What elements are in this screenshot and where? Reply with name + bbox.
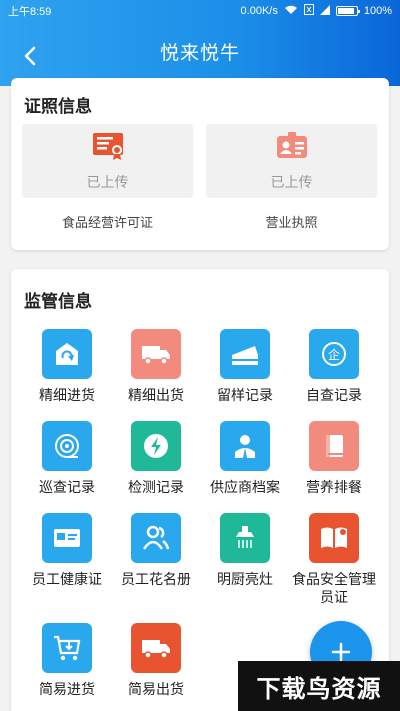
grid-item-label: 明厨亮灶: [217, 571, 273, 587]
enterprise-icon: 企: [309, 329, 359, 379]
grid-item-label: 留样记录: [217, 387, 273, 403]
grid-item-safety-admin-cert[interactable]: 食品安全管理员证: [289, 513, 379, 606]
watermark: 下载鸟资源: [238, 661, 400, 711]
certificate-icon: [91, 131, 125, 166]
signal-icon: [319, 4, 330, 18]
status-bar: 上午8:59 0.00K/s 100%: [0, 0, 400, 22]
people-icon: [131, 513, 181, 563]
network-speed: 0.00K/s: [240, 5, 278, 17]
grid-item-label: 员工健康证: [32, 571, 102, 587]
battery-icon: [335, 6, 360, 16]
chevron-left-icon: [24, 46, 36, 66]
status-right: 0.00K/s 100%: [241, 4, 392, 18]
grid-item-label: 巡查记录: [39, 479, 95, 495]
grid-item-label: 检测记录: [128, 479, 184, 495]
grid-item-label: 员工花名册: [121, 571, 191, 587]
supervise-section-title: 监管信息: [24, 292, 92, 311]
id-card-icon: [275, 131, 309, 166]
supplier-person-icon: [220, 421, 270, 471]
grid-item-staff-roster[interactable]: 员工花名册: [111, 513, 201, 588]
open-book-icon: [309, 513, 359, 563]
truck-icon: [131, 329, 181, 379]
grid-item-label: 简易进货: [39, 681, 95, 697]
grid-item-test-record[interactable]: 检测记录: [111, 421, 201, 496]
business-license-tile[interactable]: 已上传: [206, 124, 377, 198]
grid-item-label: 供应商档案: [210, 479, 280, 495]
grid-item-sample-record[interactable]: 留样记录: [200, 329, 290, 404]
page-title: 悦来悦牛: [159, 42, 240, 64]
truck-icon: [131, 623, 181, 673]
grid-item-supplier-file[interactable]: 供应商档案: [200, 421, 290, 496]
license-status: 已上传: [86, 173, 129, 190]
grid-item-nutrition-meal[interactable]: 营养排餐: [289, 421, 379, 496]
grid-item-open-kitchen[interactable]: 明厨亮灶: [200, 513, 290, 588]
grid-item-label: 自查记录: [306, 387, 362, 403]
license-section-title: 证照信息: [24, 97, 92, 116]
patrol-icon: [42, 421, 92, 471]
wifi-icon: [284, 5, 298, 18]
status-time: 上午8:59: [8, 6, 52, 18]
grid-item-label: 精细进货: [39, 387, 95, 403]
grid-item-simple-shipment[interactable]: 简易出货: [111, 623, 201, 698]
grid-item-label: 精细出货: [128, 387, 184, 403]
grid-item-patrol-record[interactable]: 巡查记录: [22, 421, 112, 496]
food-license-tile[interactable]: 已上传: [22, 124, 193, 198]
recycle-box-icon: [42, 329, 92, 379]
grid-item-label: 营养排餐: [306, 479, 362, 495]
sim-icon: [303, 4, 314, 18]
plus-icon: [331, 642, 351, 662]
back-button[interactable]: [14, 40, 46, 72]
health-card-icon: [42, 513, 92, 563]
book-icon: [309, 421, 359, 471]
hood-icon: [220, 513, 270, 563]
grid-item-fine-shipment[interactable]: 精细出货: [111, 329, 201, 404]
license-caption: 食品经营许可证: [61, 215, 153, 230]
grid-item-self-check[interactable]: 企 自查记录: [289, 329, 379, 404]
lightning-icon: [131, 421, 181, 471]
grid-item-label: 食品安全管理员证: [292, 571, 376, 605]
license-caption: 营业执照: [265, 215, 318, 230]
top-bar: 上午8:59 0.00K/s 100% 悦来悦牛: [0, 0, 400, 86]
svg-text:企: 企: [328, 347, 340, 362]
cake-icon: [220, 329, 270, 379]
grid-item-fine-purchase[interactable]: 精细进货: [22, 329, 112, 404]
grid-item-label: 简易出货: [128, 681, 184, 697]
license-card: 证照信息 已上传 食品经营许可证 已上传 营业执照: [11, 78, 389, 250]
grid-item-simple-purchase[interactable]: 简易进货: [22, 623, 112, 698]
cart-icon: [42, 623, 92, 673]
grid-item-health-certificate[interactable]: 员工健康证: [22, 513, 112, 588]
license-status: 已上传: [270, 173, 313, 190]
battery-level: 100%: [363, 5, 392, 17]
nav-bar: 悦来悦牛: [0, 22, 400, 86]
